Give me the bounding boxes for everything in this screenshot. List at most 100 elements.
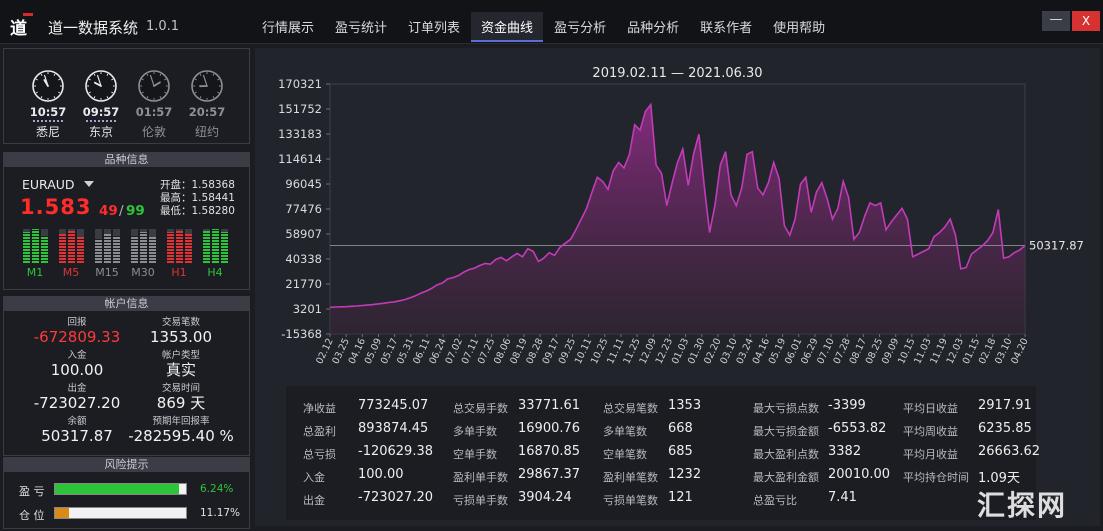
timeframe-0[interactable]: M1 [21,229,49,279]
account-value: 50317.87 [41,427,113,445]
stat-value: 1353 [668,398,702,413]
stat-label: 平均持仓时间 [903,471,969,484]
account-value: -672809.33 [33,328,121,346]
stat-label: 最大亏损点数 [753,402,819,415]
timeframe-label: M5 [62,266,80,279]
account-label: 入金 [67,350,87,361]
stat-label: 平均日收益 [903,402,958,415]
price-main: 1.583 [20,195,92,219]
account-label: 帐户类型 [161,350,200,361]
clock-3: 20:57 纽约 [187,69,227,140]
stat-value: 685 [668,444,693,459]
stat-value: 7.41 [828,490,857,505]
stat-value: 3382 [828,444,862,459]
signal-bar-fill [185,234,192,263]
clock-time: 09:57 [82,105,120,119]
signal-bar-track [41,229,48,263]
signal-bar-fill [23,232,30,263]
y-tick-label: 58907 [285,227,322,241]
low-price: 最低：1.58280 [160,205,235,217]
world-clock-panel: 10:57 悉尼 09:57 东京 01:57 伦敦 20:57 纽约 [3,48,250,144]
signal-bar-fill [59,234,66,263]
stat-value: 16870.85 [518,444,581,459]
stat-value: 16900.76 [518,421,581,436]
account-value: 1353.00 [149,328,213,346]
account-cell-4: 出金 -723027.20 [22,383,132,412]
stat-label: 总交易笔数 [603,402,658,415]
timeframe-label: M15 [95,266,119,279]
minimize-button[interactable]: — [1042,11,1070,31]
clock-time: 10:57 [29,105,67,119]
close-button[interactable]: X [1072,11,1100,31]
statistics-table: 净收益 773245.07 总盈利 893874.45 总亏损 -120629.38 入金 1… [286,386,1040,520]
clock-active-indicator [33,119,63,122]
risk-header: 风险提示 [4,458,249,472]
clock-2: 01:57 伦敦 [134,69,174,140]
signal-bar-track [176,229,183,263]
y-tick-label: 133183 [278,127,322,141]
stat-value: 2917.91 [978,398,1032,413]
clock-1: 09:57 东京 [81,69,121,140]
signal-bar-fill [140,232,147,263]
nav-tab-2[interactable]: 订单列表 [398,12,470,42]
stat-value: 26663.62 [978,444,1041,459]
nav-tab-6[interactable]: 联系作者 [690,12,762,42]
clock-face-icon [191,70,223,102]
stat-label: 总亏损 [303,448,336,461]
chevron-down-icon[interactable] [84,181,94,187]
signal-bar-track [185,229,192,263]
clock-0: 10:57 悉尼 [28,69,68,140]
stat-value: 121 [668,490,693,505]
position-bar-fill [55,508,70,518]
price-separator: / [119,203,124,219]
y-tick-label: 40338 [285,252,322,266]
nav-tab-5[interactable]: 品种分析 [617,12,689,42]
signal-bar-track [77,229,84,263]
clock-active-indicator [192,119,222,122]
stat-label: 空单笔数 [603,448,647,461]
symbol-selector[interactable]: EURAUD [22,177,75,192]
timeframe-4[interactable]: H1 [165,229,193,279]
risk-panel: 风险提示 盈 亏 6.24% 仓 位 11.17% [3,457,250,529]
signal-bar-track [221,229,228,263]
app-window: 道 道一数据系统 1.0.1 行情展示 盈亏统计 订单列表 资金曲线 盈亏分析 品种分析联… [0,0,1103,531]
timeframe-2[interactable]: M15 [93,229,121,279]
title-bar: 道 道一数据系统 1.0.1 行情展示 盈亏统计 订单列表 资金曲线 盈亏分析 品种分析联… [0,0,1103,44]
nav-tab-0[interactable]: 行情展示 [252,12,324,42]
timeframe-5[interactable]: H4 [201,229,229,279]
signal-bar-fill [167,232,174,263]
nav-tab-7[interactable]: 使用帮助 [763,12,835,42]
clock-city: 伦敦 [141,125,166,139]
account-label: 交易时间 [161,383,200,394]
clock-active-indicator [139,119,169,122]
app-version: 1.0.1 [146,19,180,34]
timeframe-1[interactable]: M5 [57,229,85,279]
account-cell-1: 交易笔数 1353.00 [126,317,236,346]
stat-value: -120629.38 [358,444,433,459]
nav-tab-4[interactable]: 盈亏分析 [544,12,616,42]
nav-tab-1[interactable]: 盈亏统计 [325,12,397,42]
nav-tab-3[interactable]: 资金曲线 [471,12,544,42]
logo-mark [23,13,33,16]
stat-label: 净收益 [303,402,336,415]
chart-title: 2019.02.11 — 2021.06.30 [592,66,762,81]
watermark: 汇探网 [977,489,1068,522]
timeframe-label: M30 [131,266,155,279]
signal-bar-track [68,229,75,263]
signal-bar-fill [113,236,120,263]
signal-bar-fill [32,229,39,263]
y-tick-label: -15368 [281,327,322,341]
stat-value: 29867.37 [518,467,581,482]
timeframe-3[interactable]: M30 [129,229,157,279]
stat-value: -723027.20 [358,490,433,505]
y-tick-label: 77476 [285,202,322,216]
stat-value: 6235.85 [978,421,1032,436]
account-value: 100.00 [50,361,104,379]
signal-bar-track [95,229,102,263]
product-info-header: 品种信息 [4,153,249,167]
profit-label: 盈 亏 [19,485,45,498]
stat-label: 平均周收益 [903,425,958,438]
account-label: 回报 [67,317,87,328]
signal-bar-track [167,229,174,263]
account-cell-7: 预期年回报率 -282595.40 % [126,416,236,445]
